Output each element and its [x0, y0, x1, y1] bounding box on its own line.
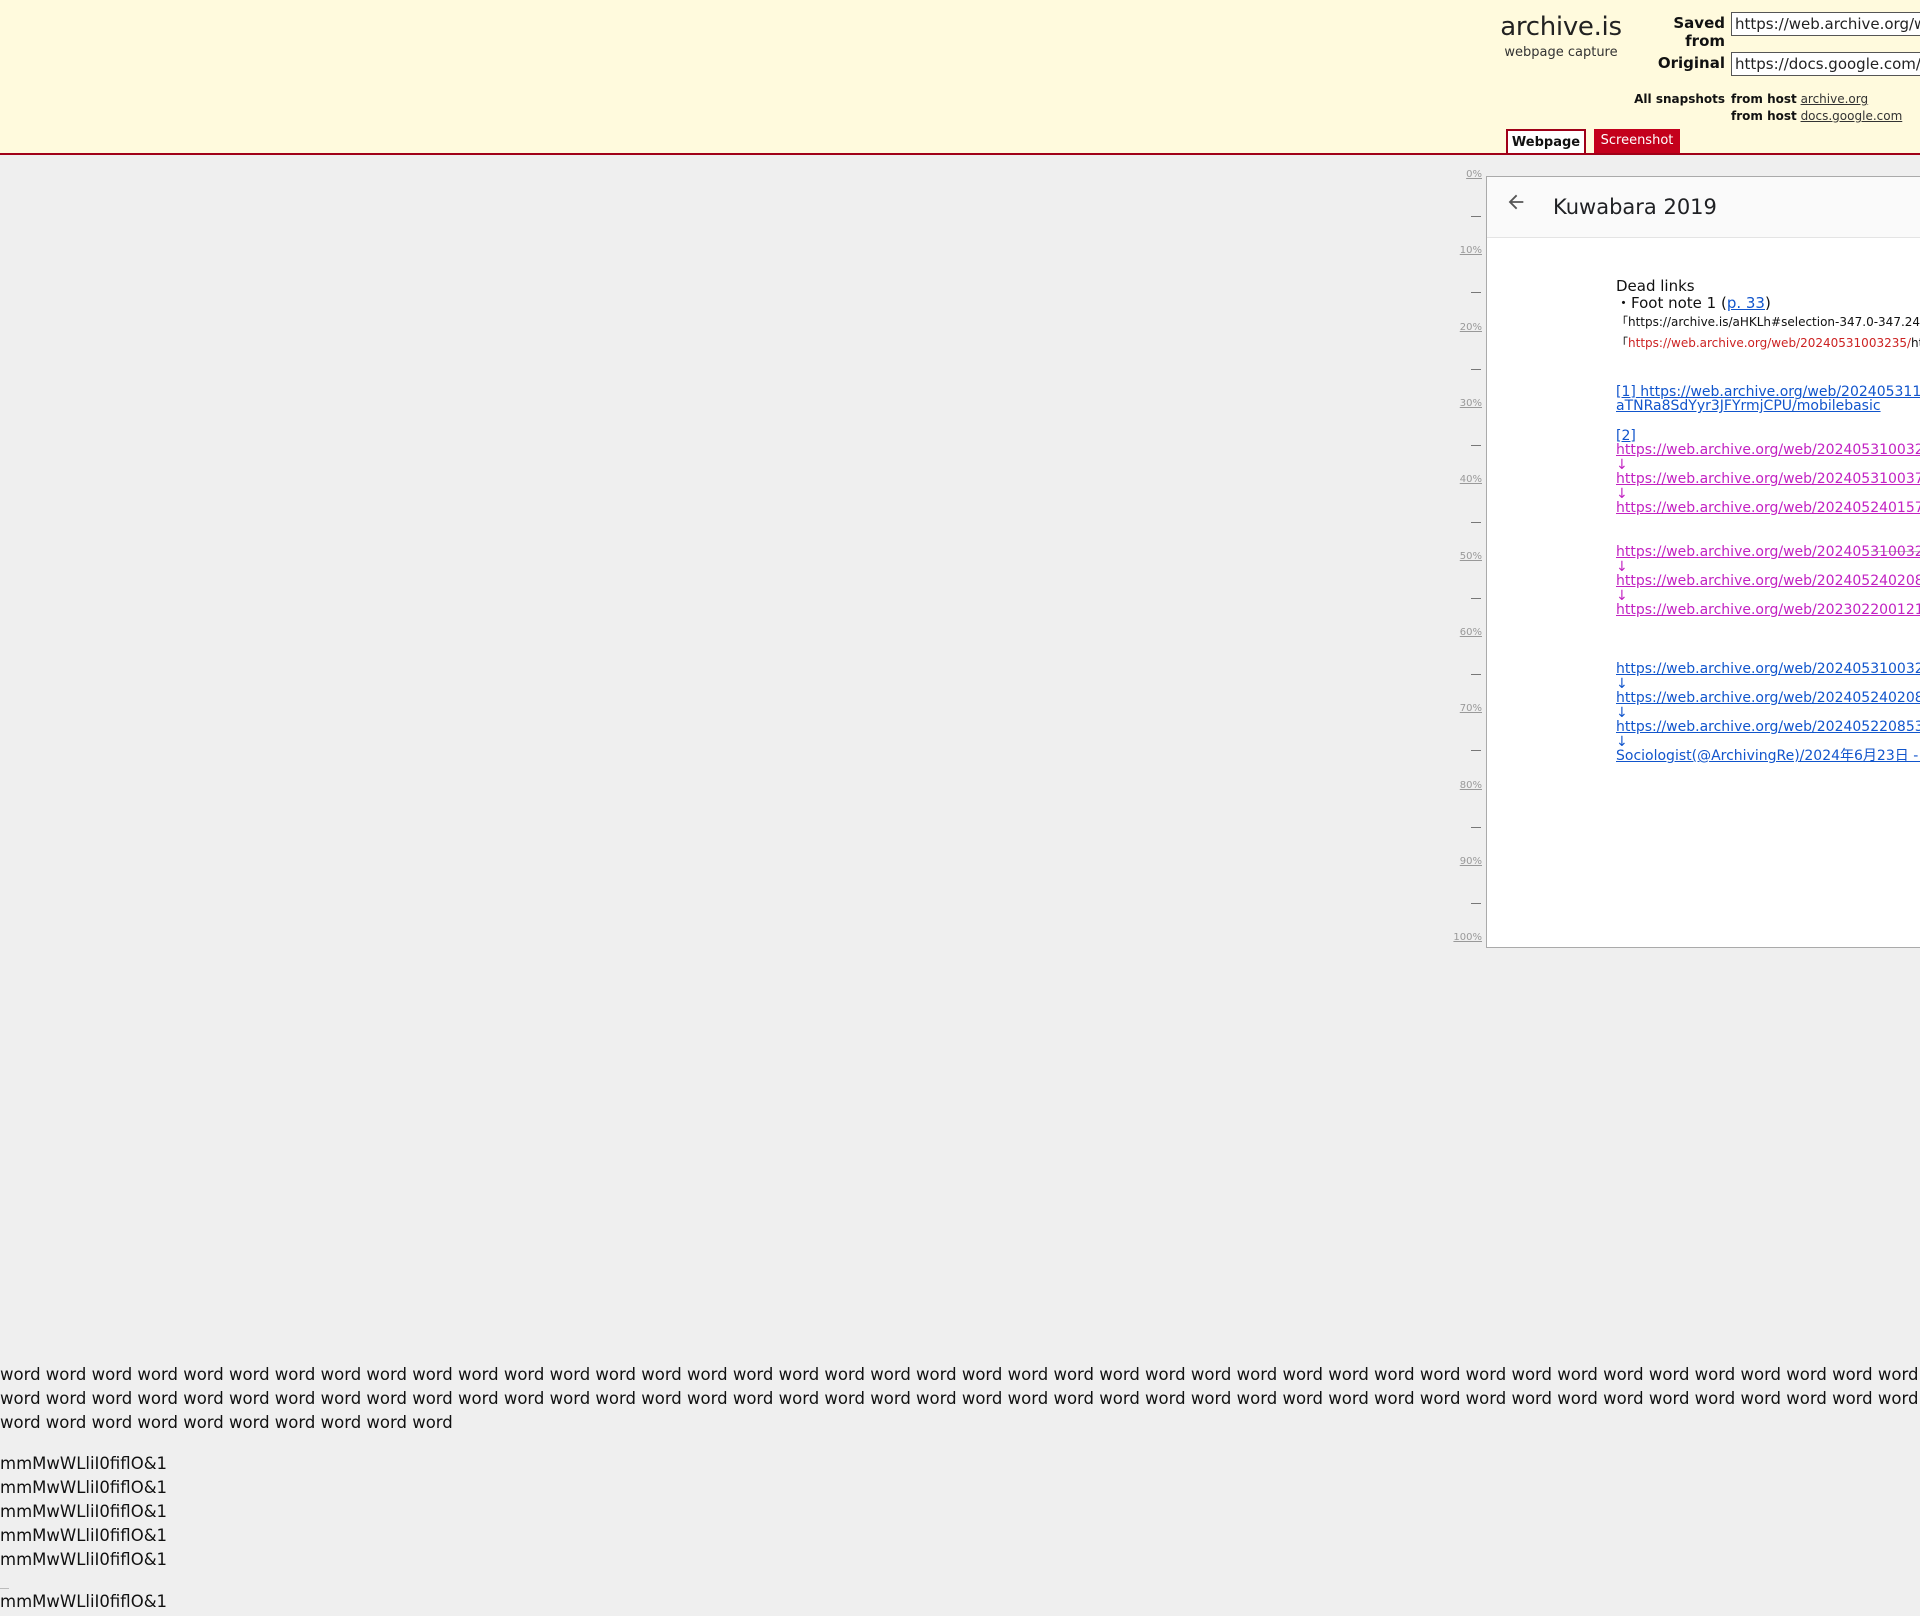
blue-link[interactable]: https://web.archive.org/web/202405240208… [1616, 691, 1920, 706]
down-arrow: ↓ [1616, 588, 1628, 604]
snapshot-prefix: from host [1731, 92, 1797, 106]
red-url[interactable]: https://web.archive.org/web/202405310032… [1628, 336, 1911, 350]
snapshot-host-link[interactable]: docs.google.com [1801, 109, 1903, 123]
brand-subtitle: webpage capture [1504, 45, 1618, 60]
footnote-page-link[interactable]: p. 33 [1727, 294, 1765, 312]
ruler-tick [1471, 369, 1481, 370]
tab-screenshot[interactable]: Screenshot [1594, 129, 1680, 153]
document-toolbar: Kuwabara 2019 [1487, 177, 1920, 238]
ruler-label[interactable]: 90% [1444, 856, 1482, 867]
arrow-left-icon[interactable] [1505, 191, 1527, 219]
twilog-link[interactable]: Sociologist(@ArchivingRe)/2024年6月23日 - T… [1616, 749, 1920, 764]
down-arrow: ↓ [1616, 457, 1628, 473]
snapshot-docs-google: from host docs.google.com [1731, 109, 1902, 123]
snapshot-prefix: from host [1731, 109, 1797, 123]
dead-links-heading: Dead links [1616, 277, 1695, 295]
magenta-link[interactable]: https://web.archive.org/web/202405310037… [1616, 472, 1920, 487]
blue-link[interactable]: https://web.archive.org/web/202405220853… [1616, 720, 1920, 735]
ruler-tick [1471, 216, 1481, 217]
word-line: word word word word word word word word … [0, 1413, 453, 1432]
divider [0, 1588, 9, 1589]
document-title: Kuwabara 2019 [1553, 195, 1717, 219]
glyph-test-line: mmMwWLliI0fiflO&1 [0, 1478, 168, 1497]
ruler-label[interactable]: 100% [1444, 932, 1482, 943]
down-arrow: ↓ [1616, 705, 1628, 721]
ruler-label[interactable]: 20% [1444, 322, 1482, 333]
ruler-tick [1471, 827, 1481, 828]
down-arrow: ↓ [1616, 486, 1628, 502]
ruler-label[interactable]: 10% [1444, 245, 1482, 256]
ruler-tick [1471, 598, 1481, 599]
ruler-label[interactable]: 60% [1444, 627, 1482, 638]
tab-webpage[interactable]: Webpage [1506, 129, 1586, 153]
magenta-link[interactable]: https://web.archive.org/web/202302200121… [1616, 603, 1920, 618]
magenta-link[interactable]: https://web.archive.org/web/202405310032… [1616, 443, 1920, 458]
selection-line: 「https://archive.is/aHKLh#selection-347.… [1616, 315, 1920, 329]
ruler-label[interactable]: 40% [1444, 474, 1482, 485]
down-arrow: ↓ [1616, 734, 1628, 750]
original-label: Original [1657, 54, 1725, 72]
magenta-link[interactable]: https://web.archive.org/web/202405240208… [1616, 574, 1920, 589]
saved-from-label: Saved from [1673, 14, 1725, 50]
red-suffix: https [1911, 336, 1920, 350]
ruler-tick [1471, 750, 1481, 751]
glyph-test-line: mmMwWLliI0fiflO&1 [0, 1502, 168, 1521]
magenta-link[interactable]: https://web.archive.org/web/202405310032… [1616, 545, 1920, 560]
ref1-link-cont[interactable]: aTNRa8SdYyr3JFYrmjCPU/mobilebasic [1616, 399, 1881, 414]
brand-title[interactable]: archive.is [1485, 12, 1637, 42]
ruler-tick [1471, 674, 1481, 675]
ruler-tick [1471, 292, 1481, 293]
magenta-link[interactable]: https://web.archive.org/web/202405240157… [1616, 501, 1920, 516]
word-line: word word word word word word word word … [0, 1389, 1920, 1408]
red-url-line: 「https://web.archive.org/web/20240531003… [1616, 335, 1920, 352]
all-snapshots-label: All snapshots [1634, 92, 1725, 106]
brand[interactable]: archive.is webpage capture [1485, 12, 1637, 60]
original-field[interactable]: https://docs.google.com/docu [1731, 52, 1920, 76]
glyph-test-line: mmMwWLliI0fiflO&1 [0, 1526, 168, 1545]
glyph-test-line: mmMwWLliI0fiflO&1 [0, 1454, 168, 1473]
archive-header: archive.is webpage capture Saved from ht… [0, 0, 1920, 155]
ruler-label[interactable]: 80% [1444, 780, 1482, 791]
document-panel: Kuwabara 2019 Dead links ・Foot note 1 (p… [1486, 176, 1920, 948]
red-prefix: 「 [1616, 336, 1629, 350]
ruler-tick [1471, 445, 1481, 446]
snapshot-host-link[interactable]: archive.org [1801, 92, 1869, 106]
word-filler-block: word word word word word word word word … [0, 1363, 1920, 1435]
word-line: word word word word word word word word … [0, 1365, 1920, 1384]
ruler-tick [1471, 522, 1481, 523]
down-arrow: ↓ [1616, 559, 1628, 575]
saved-from-field[interactable]: https://web.archive.org/web/2 [1731, 12, 1920, 36]
footnote-suffix: ) [1764, 294, 1771, 312]
down-arrow: ↓ [1616, 676, 1628, 692]
ruler-label[interactable]: 0% [1444, 169, 1482, 180]
glyph-test-line: mmMwWLliI0fiflO&1 [0, 1550, 168, 1569]
ruler-label[interactable]: 70% [1444, 703, 1482, 714]
footnote-line: ・Foot note 1 (p. 33) [1616, 295, 1771, 312]
ruler-label[interactable]: 30% [1444, 398, 1482, 409]
blue-link[interactable]: https://web.archive.org/web/202405310032… [1616, 662, 1920, 677]
ruler-tick [1471, 903, 1481, 904]
ruler-label[interactable]: 50% [1444, 551, 1482, 562]
glyph-test-line: mmMwWLliI0fiflO&1 [0, 1592, 168, 1611]
snapshot-archive-org: from host archive.org [1731, 92, 1868, 106]
footnote-prefix: ・Foot note 1 ( [1616, 294, 1727, 312]
